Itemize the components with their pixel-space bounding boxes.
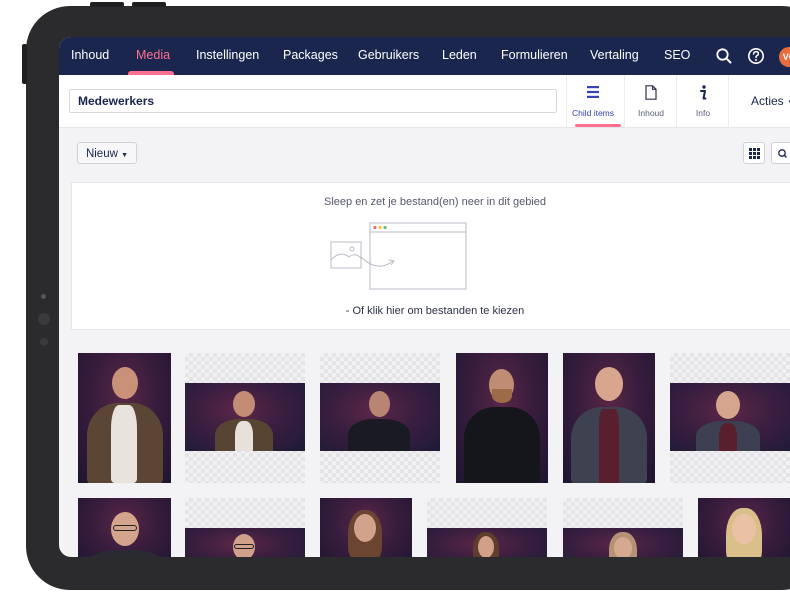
list-icon — [587, 86, 599, 98]
nav-item-vertaling[interactable]: Vertaling — [590, 37, 639, 75]
nav-item-gebruikers[interactable]: Gebruikers — [358, 37, 419, 75]
media-item[interactable] — [670, 353, 790, 483]
dropzone-title: Sleep en zet je bestand(en) neer in dit … — [324, 196, 546, 208]
media-item[interactable] — [320, 498, 412, 557]
upload-dropzone[interactable]: Sleep en zet je bestand(en) neer in dit … — [71, 182, 790, 330]
caret-down-icon: ▼ — [121, 152, 129, 159]
nav-item-media[interactable]: Media — [136, 37, 170, 75]
upload-illustration — [330, 222, 467, 290]
screen: Inhoud Media Instellingen Packages Gebru… — [59, 37, 790, 557]
nav-item-packages[interactable]: Packages — [283, 37, 338, 75]
document-icon — [645, 85, 657, 100]
nav-item-seo[interactable]: SEO — [664, 37, 690, 75]
editor-header: Medewerkers Child items Inhoud Info Acti… — [59, 75, 790, 128]
node-name-input[interactable]: Medewerkers — [69, 89, 557, 113]
nav-item-inhoud[interactable]: Inhoud — [71, 37, 109, 75]
grid-view-button[interactable] — [743, 142, 765, 164]
tablet-volume-button — [90, 2, 124, 7]
dropzone-subtitle: - Of klik hier om bestanden te kiezen — [345, 305, 525, 317]
grid-icon — [749, 148, 760, 159]
media-item[interactable] — [185, 353, 305, 483]
new-button-label: Nieuw — [85, 148, 118, 160]
actions-label: Acties — [751, 94, 784, 108]
media-item[interactable] — [563, 353, 655, 483]
user-avatar[interactable]: VC — [779, 47, 790, 67]
tablet-side-button — [22, 44, 27, 84]
media-item[interactable] — [185, 498, 305, 557]
list-search-button[interactable] — [771, 142, 790, 164]
camera-sensor — [40, 338, 48, 346]
app-button-child-items[interactable]: Child items — [566, 75, 621, 127]
top-navigation: Inhoud Media Instellingen Packages Gebru… — [59, 37, 790, 75]
search-icon[interactable] — [714, 46, 734, 66]
media-item[interactable] — [698, 498, 790, 557]
app-button-inhoud[interactable]: Inhoud — [624, 75, 677, 127]
nav-item-formulieren[interactable]: Formulieren — [501, 37, 568, 75]
info-icon — [700, 85, 707, 100]
media-item[interactable] — [456, 353, 548, 483]
media-item[interactable] — [563, 498, 683, 557]
nav-item-leden[interactable]: Leden — [442, 37, 477, 75]
tablet-power-button — [132, 2, 166, 7]
app-label: Child items — [571, 108, 615, 118]
media-item[interactable] — [78, 498, 171, 557]
media-item[interactable] — [78, 353, 171, 483]
new-button[interactable]: Nieuw ▼ — [77, 142, 137, 164]
camera-lens — [38, 313, 50, 325]
actions-menu-button[interactable]: Acties ▼ — [728, 75, 790, 127]
app-label: Inhoud — [638, 108, 664, 118]
search-icon — [778, 149, 787, 158]
app-button-info[interactable]: Info — [676, 75, 729, 127]
app-active-indicator — [575, 124, 621, 127]
help-icon[interactable] — [746, 46, 766, 66]
media-item[interactable] — [320, 353, 440, 483]
camera-dot — [41, 294, 46, 299]
app-label: Info — [695, 108, 711, 118]
nav-item-instellingen[interactable]: Instellingen — [196, 37, 259, 75]
media-item[interactable] — [427, 498, 547, 557]
